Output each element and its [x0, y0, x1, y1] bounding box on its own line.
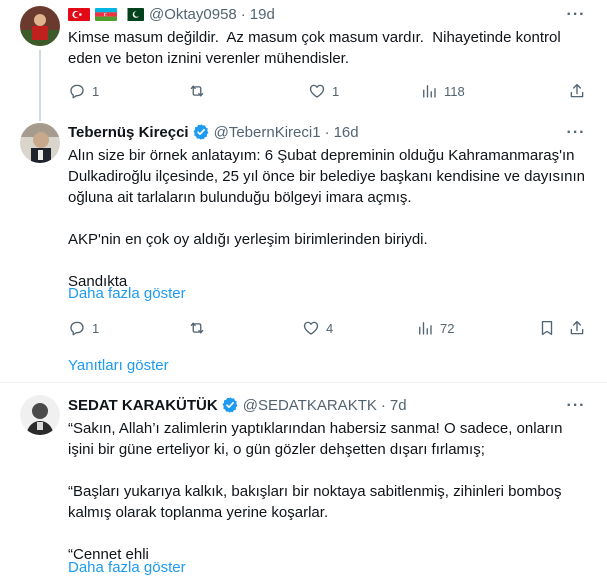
- display-name[interactable]: Tebernüş Kireçci: [68, 124, 189, 141]
- show-replies-link[interactable]: Yanıtları göster: [68, 357, 169, 374]
- timestamp[interactable]: 16d: [334, 124, 359, 141]
- tweet-header: @Oktay0958 · 19d: [68, 4, 275, 24]
- analytics-icon: [423, 85, 436, 98]
- bookmark-button[interactable]: [538, 318, 556, 338]
- like-count: 4: [326, 320, 334, 336]
- turkey-flag: [68, 7, 90, 21]
- more-options-button[interactable]: ···: [566, 123, 586, 143]
- tweet-actions: 1 4 72: [68, 318, 588, 338]
- share-icon: [570, 83, 584, 98]
- show-more-link[interactable]: Daha fazla göster: [68, 285, 186, 302]
- separator-dot: ·: [240, 5, 246, 23]
- show-more-link[interactable]: Daha fazla göster: [68, 559, 186, 576]
- display-name[interactable]: SEDAT KARAKÜTÜK: [68, 397, 218, 414]
- avatar[interactable]: [20, 6, 60, 46]
- tweet-oktay: @Oktay0958 · 19d ··· Kimse masum değildi…: [0, 0, 607, 115]
- share-button[interactable]: [568, 318, 586, 338]
- user-handle[interactable]: @TebernKireci1: [214, 124, 321, 141]
- user-handle[interactable]: @SEDATKARAKTK: [243, 397, 377, 414]
- verified-badge-icon: [221, 396, 239, 414]
- tweet-paragraph: “Başları yukarıya kalkık, bakışları bir …: [68, 483, 566, 521]
- retweet-button[interactable]: [188, 318, 206, 338]
- reply-button[interactable]: 1: [68, 318, 99, 338]
- share-icon: [570, 320, 584, 335]
- tweet-text: Kimse masum değildir. Az masum çok masum…: [68, 29, 565, 67]
- user-handle[interactable]: @Oktay0958: [149, 6, 237, 23]
- separator-dot: ·: [380, 396, 386, 414]
- reply-count: 1: [92, 83, 100, 99]
- tweet-sedat: SEDAT KARAKÜTÜK @SEDATKARAKTK · 7d ··· “…: [0, 383, 607, 585]
- tweet-text: “Sakın, Allah’ı zalimlerin yaptıklarında…: [68, 418, 588, 565]
- like-button[interactable]: 4: [302, 318, 333, 338]
- heart-icon: [303, 321, 319, 335]
- more-options-button[interactable]: ···: [566, 5, 586, 25]
- thread-line: [39, 115, 41, 121]
- verified-badge-icon: [192, 123, 210, 141]
- tweet-text: Alın size bir örnek anlatayım: 6 Şubat d…: [68, 145, 588, 292]
- share-button[interactable]: [568, 81, 586, 101]
- views-count: 72: [440, 320, 455, 336]
- tweet-tebernus: Tebernüş Kireçci @TebernKireci1 · 16d ··…: [0, 115, 607, 382]
- retweet-icon: [190, 85, 204, 97]
- views-button[interactable]: 72: [416, 318, 454, 338]
- tweet-paragraph: Alın size bir örnek anlatayım: 6 Şubat d…: [68, 147, 590, 206]
- avatar[interactable]: [20, 395, 60, 435]
- analytics-icon: [419, 322, 432, 335]
- thread-line: [39, 50, 41, 115]
- tweet-header: SEDAT KARAKÜTÜK @SEDATKARAKTK · 7d: [68, 395, 407, 415]
- azerbaijan-flag: [95, 7, 117, 21]
- reply-icon: [70, 321, 84, 336]
- reply-button[interactable]: 1: [68, 81, 99, 101]
- like-count: 1: [332, 83, 340, 99]
- separator-dot: ·: [324, 123, 330, 141]
- reply-count: 1: [92, 320, 100, 336]
- pakistan-flag: [122, 7, 144, 21]
- timestamp[interactable]: 7d: [390, 397, 407, 414]
- tweet-actions: 1 1 118: [68, 81, 588, 101]
- views-button[interactable]: 118: [420, 81, 465, 101]
- avatar[interactable]: [20, 123, 60, 163]
- timestamp[interactable]: 19d: [250, 6, 275, 23]
- like-button[interactable]: 1: [308, 81, 339, 101]
- tweet-header: Tebernüş Kireçci @TebernKireci1 · 16d: [68, 122, 359, 142]
- retweet-button[interactable]: [188, 81, 206, 101]
- tweet-paragraph: AKP'nin en çok oy aldığı yerleşim biriml…: [68, 231, 428, 248]
- heart-icon: [309, 84, 325, 98]
- tweet-paragraph: “Sakın, Allah’ı zalimlerin yaptıklarında…: [68, 420, 567, 458]
- views-count: 118: [444, 83, 465, 99]
- more-options-button[interactable]: ···: [566, 396, 586, 416]
- bookmark-icon: [541, 320, 553, 336]
- reply-icon: [70, 84, 84, 99]
- retweet-icon: [190, 322, 204, 334]
